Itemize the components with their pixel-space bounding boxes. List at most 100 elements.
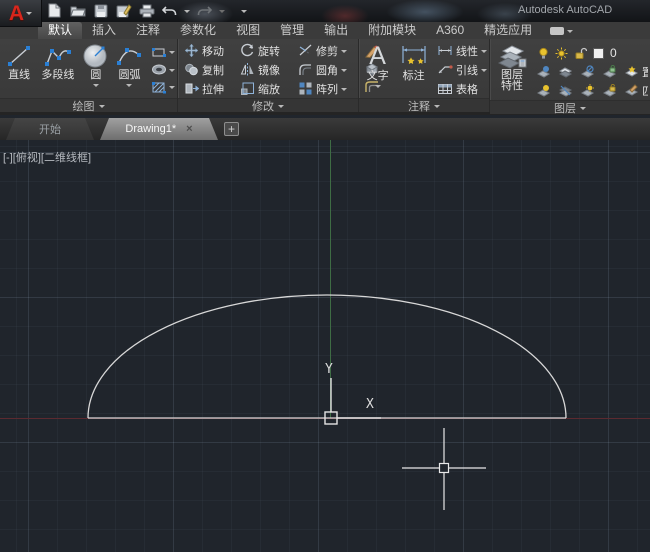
- hatch-tool[interactable]: [151, 79, 175, 95]
- scale-tool[interactable]: 缩放: [240, 79, 298, 98]
- layer-thaw-all-icon[interactable]: [580, 84, 595, 97]
- line-tool[interactable]: 直线: [2, 41, 36, 98]
- table-tool[interactable]: 表格: [437, 79, 487, 98]
- quick-access-toolbar: [46, 3, 247, 18]
- autocad-window: Autodesk AutoCAD A 默认 插入 注释 参数化 视图 管理 输出…: [0, 0, 650, 552]
- rotate-tool[interactable]: 旋转: [240, 41, 298, 60]
- layer-unisolate-icon[interactable]: [558, 84, 573, 97]
- layer-lock-tool-icon[interactable]: [602, 65, 617, 78]
- layer-select-combo[interactable]: 0: [536, 44, 648, 62]
- layer-properties-label: 图层 特性: [501, 69, 523, 92]
- leader-tool[interactable]: 引线: [437, 60, 487, 79]
- undo-icon[interactable]: [161, 3, 178, 18]
- layer-on-all-icon[interactable]: [536, 84, 551, 97]
- leader-dropdown-icon[interactable]: [481, 68, 487, 75]
- application-menu-button[interactable]: A: [0, 0, 42, 27]
- rectangle-tool[interactable]: [151, 44, 175, 60]
- trim-dropdown-icon[interactable]: [341, 49, 347, 56]
- redo-icon[interactable]: [196, 3, 213, 18]
- circle-tool[interactable]: 圆: [80, 41, 112, 98]
- hatch-dropdown-icon[interactable]: [169, 86, 175, 92]
- panel-label-modify[interactable]: 修改: [178, 98, 358, 113]
- fillet-tool[interactable]: 圆角: [298, 60, 362, 79]
- undo-dropdown-icon[interactable]: [184, 9, 190, 16]
- layer-color-swatch: [593, 47, 604, 59]
- array-tool[interactable]: 阵列: [298, 79, 362, 98]
- ellipse-tool[interactable]: [151, 62, 175, 78]
- linear-dropdown-icon[interactable]: [481, 49, 487, 56]
- save-as-icon[interactable]: [115, 3, 132, 18]
- panel-modify-expand-icon: [278, 104, 284, 111]
- ellipse-dropdown-icon[interactable]: [169, 68, 175, 75]
- ribbon-tab-home[interactable]: 默认: [38, 22, 83, 39]
- layer-thaw-sun-icon: [555, 47, 568, 60]
- rectangle-icon: [151, 46, 167, 59]
- text-tool[interactable]: A 文字: [361, 41, 394, 98]
- ribbon-tab-bar: 默认 插入 注释 参数化 视图 管理 输出 附加模块 A360 精选应用: [0, 22, 650, 39]
- arc-icon: [115, 43, 143, 69]
- layer-set-current-tool[interactable]: 置为当前: [624, 64, 648, 80]
- print-icon[interactable]: [138, 3, 155, 18]
- rectangle-dropdown-icon[interactable]: [169, 51, 175, 57]
- fillet-dropdown-icon[interactable]: [341, 68, 347, 75]
- autocad-logo: A: [8, 1, 25, 25]
- ribbon-tab-parametric[interactable]: 参数化: [170, 22, 226, 39]
- draw-mini-column: [147, 41, 175, 98]
- layer-match-tool[interactable]: 匹配图层: [624, 83, 648, 99]
- layer-unlock-tool-icon[interactable]: [602, 84, 617, 97]
- new-tab-button[interactable]: +: [224, 122, 239, 136]
- redo-dropdown-icon[interactable]: [219, 9, 225, 16]
- layer-properties-tool[interactable]: 图层 特性: [492, 41, 532, 100]
- current-layer-name: 0: [610, 46, 617, 60]
- stretch-icon: [184, 81, 199, 96]
- new-file-icon[interactable]: [46, 3, 63, 18]
- ucs-y-label: Y: [325, 362, 333, 377]
- dimension-tool[interactable]: 标注: [394, 41, 433, 98]
- arc-dropdown-icon[interactable]: [126, 84, 133, 90]
- drawing-canvas[interactable]: [-][俯视][二维线框] Y X: [0, 140, 650, 552]
- ribbon-tab-a360[interactable]: A360: [426, 22, 474, 39]
- leader-icon: [437, 64, 453, 75]
- ribbon-tab-annotate[interactable]: 注释: [126, 22, 170, 39]
- panel-label-draw[interactable]: 绘图: [0, 98, 177, 113]
- pickbox: [438, 462, 450, 474]
- ribbon-display-toggle[interactable]: [550, 22, 574, 39]
- text-dropdown-icon[interactable]: [374, 85, 381, 91]
- arc-tool[interactable]: 圆弧: [112, 41, 147, 98]
- layer-freeze-icon[interactable]: [580, 65, 595, 78]
- panel-label-annotate[interactable]: 注释: [359, 98, 489, 113]
- ribbon-tab-view[interactable]: 视图: [226, 22, 270, 39]
- ribbon-tab-output[interactable]: 输出: [314, 22, 358, 39]
- ribbon-tab-featured-apps[interactable]: 精选应用: [474, 22, 542, 39]
- layer-properties-icon: [497, 43, 527, 69]
- polyline-tool[interactable]: 多段线: [36, 41, 80, 98]
- ribbon-tab-manage[interactable]: 管理: [270, 22, 314, 39]
- dome-arc[interactable]: [87, 294, 567, 419]
- close-icon[interactable]: ×: [186, 123, 192, 135]
- layer-match-icon: [624, 84, 639, 97]
- move-tool[interactable]: 移动: [184, 41, 240, 60]
- annotate-right-column: 线性 引线 表格: [433, 41, 487, 98]
- ribbon-tab-insert[interactable]: 插入: [82, 22, 126, 39]
- file-tab-start[interactable]: 开始: [6, 118, 94, 140]
- layer-off-icon[interactable]: [536, 65, 551, 78]
- panel-label-layers[interactable]: 图层: [490, 100, 650, 115]
- save-icon[interactable]: [92, 3, 109, 18]
- ribbon-tab-addins[interactable]: 附加模块: [358, 22, 426, 39]
- hatch-icon: [151, 81, 167, 94]
- ucs-x-label: X: [366, 397, 374, 412]
- stretch-tool[interactable]: 拉伸: [184, 79, 240, 98]
- app-title: Autodesk AutoCAD: [518, 4, 613, 16]
- layer-isolate-icon[interactable]: [558, 65, 573, 78]
- ribbon-toggle-icon: [550, 26, 565, 35]
- open-icon[interactable]: [69, 3, 86, 18]
- array-dropdown-icon[interactable]: [341, 87, 347, 94]
- qat-customize-icon[interactable]: [241, 9, 247, 16]
- circle-icon: [82, 43, 110, 69]
- linear-dimension-tool[interactable]: 线性: [437, 41, 487, 60]
- mirror-tool[interactable]: 镜像: [240, 60, 298, 79]
- trim-tool[interactable]: 修剪: [298, 41, 362, 60]
- file-tab-drawing1[interactable]: Drawing1* ×: [100, 118, 218, 140]
- copy-tool[interactable]: 复制: [184, 60, 240, 79]
- circle-dropdown-icon[interactable]: [92, 84, 99, 90]
